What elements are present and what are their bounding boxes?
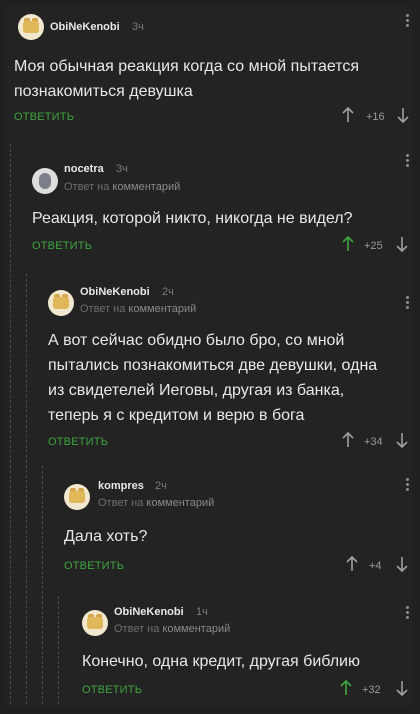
comment-text: Конечно, одна кредит, другая библию [82,653,360,670]
comment-text: Дала хоть? [64,528,148,545]
more-dots-icon[interactable] [406,478,409,494]
comment-author[interactable]: ObiNeKenobi [50,21,120,33]
reply-to-prefix: Ответ на [64,181,110,193]
comment-2: ObiNeKenobi 2ч Ответ на комментарий А во… [6,276,412,466]
more-dots-icon[interactable] [406,154,409,170]
reply-to-prefix: Ответ на [80,303,126,315]
more-dots-icon[interactable] [406,296,409,312]
downvote-arrow-icon[interactable] [396,680,408,696]
comment-time: 3ч [116,163,128,175]
comment-time: 3ч [132,21,144,33]
comment-text: Реакция, которой никто, никогда не видел… [32,210,353,227]
comment-score: +32 [362,684,381,696]
comment-text: Моя обычная реакция когда со мной пытает… [14,58,360,100]
reply-button[interactable]: ОТВЕТИТЬ [32,240,92,252]
comment-score: +4 [369,560,382,572]
downvote-arrow-icon[interactable] [396,236,408,252]
comment-time: 1ч [196,606,208,618]
downvote-arrow-icon[interactable] [396,556,408,572]
comment-time: 2ч [162,286,174,298]
comment-author[interactable]: ObiNeKenobi [80,286,150,298]
reply-to: Ответ на комментарий [114,623,230,635]
comment-author[interactable]: ObiNeKenobi [114,606,184,618]
upvote-arrow-icon[interactable] [342,432,354,448]
reply-to: Ответ на комментарий [64,181,180,193]
upvote-arrow-icon[interactable] [340,680,352,696]
comment-3: kompres 2ч Ответ на комментарий Дала хот… [6,468,412,598]
avatar[interactable] [32,168,58,194]
reply-to-link[interactable]: комментарий [146,497,214,509]
comment-author[interactable]: nocetra [64,163,104,175]
reply-to-link[interactable]: комментарий [128,303,196,315]
reply-to-prefix: Ответ на [98,497,144,509]
reply-to: Ответ на комментарий [80,303,196,315]
avatar[interactable] [48,290,74,316]
comment-0: ObiNeKenobi 3ч Моя обычная реакция когда… [6,6,412,146]
comment-score: +34 [364,436,383,448]
downvote-arrow-icon[interactable] [396,432,408,448]
comment-score: +25 [364,240,383,252]
avatar[interactable] [64,484,90,510]
reply-to: Ответ на комментарий [98,497,214,509]
upvote-arrow-icon[interactable] [346,556,358,572]
reply-button[interactable]: ОТВЕТИТЬ [82,684,142,696]
reply-to-prefix: Ответ на [114,623,160,635]
reply-to-link[interactable]: комментарий [112,181,180,193]
comment-1: nocetra 3ч Ответ на комментарий Реакция,… [6,146,412,276]
comment-4: ObiNeKenobi 1ч Ответ на комментарий Коне… [6,598,412,706]
avatar[interactable] [82,610,108,636]
upvote-arrow-icon[interactable] [342,107,354,123]
avatar[interactable] [18,14,44,40]
more-dots-icon[interactable] [406,14,409,30]
reply-to-link[interactable]: комментарий [162,623,230,635]
reply-button[interactable]: ОТВЕТИТЬ [64,560,124,572]
downvote-arrow-icon[interactable] [397,107,409,123]
comment-thread: ObiNeKenobi 3ч Моя обычная реакция когда… [6,6,412,706]
comment-time: 2ч [155,480,167,492]
reply-button[interactable]: ОТВЕТИТЬ [48,436,108,448]
reply-button[interactable]: ОТВЕТИТЬ [14,111,74,123]
comment-author[interactable]: kompres [98,480,144,492]
more-dots-icon[interactable] [406,606,409,622]
upvote-arrow-icon[interactable] [342,236,354,252]
comment-score: +16 [366,111,385,123]
comment-text: А вот сейчас обидно было бро, со мной пы… [48,332,378,424]
